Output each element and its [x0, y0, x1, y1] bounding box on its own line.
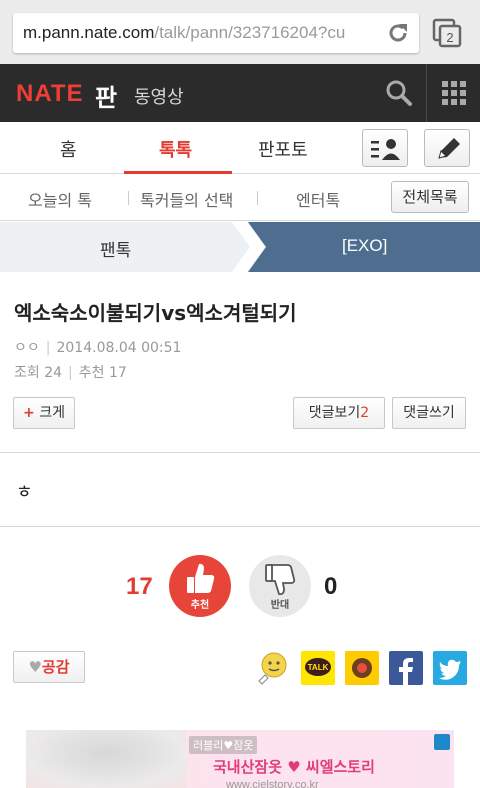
ad-banner[interactable]: 러블리♥잠옷 국내산잠옷 ♥ 씨엘스토리 www.cielstory.co.kr: [26, 730, 454, 788]
nate-logo[interactable]: NATE: [16, 80, 84, 108]
ad-small-text: 러블리♥잠옷: [189, 736, 258, 754]
tab-count: 2: [446, 30, 453, 45]
browser-toolbar: m.pann.nate.com/talk/pann/323716204?cu 2: [0, 0, 480, 64]
comment-count: 2: [360, 405, 370, 421]
post-meta-stats: 조회 24 | 추천 17: [14, 365, 127, 381]
write-button[interactable]: [424, 129, 470, 167]
nav-talktalk[interactable]: 톡톡: [159, 136, 192, 162]
facebook-icon[interactable]: [389, 651, 423, 685]
breadcrumb-exo[interactable]: [EXO]: [342, 236, 387, 256]
font-bigger-button[interactable]: + 크게: [13, 397, 75, 429]
views-label: 조회: [14, 365, 40, 381]
subnav-separator: [257, 191, 258, 205]
reload-icon[interactable]: [385, 20, 411, 46]
main-nav: 홈 톡톡 판포토: [0, 122, 480, 174]
plus-icon: +: [23, 405, 35, 421]
subnav-talkers-choice[interactable]: 톡커들의 선택: [140, 187, 233, 211]
site-header: NATE 판 동영상: [0, 64, 480, 122]
url-field[interactable]: m.pann.nate.com/talk/pann/323716204?cu: [13, 13, 419, 53]
breadcrumb-fan-talk[interactable]: 팬톡: [100, 236, 131, 261]
font-bigger-label: 크게: [39, 405, 65, 421]
pan-logo[interactable]: 판: [95, 78, 117, 113]
ad-url: www.cielstory.co.kr: [226, 779, 319, 788]
sub-nav: 오늘의 톡 톡커들의 선택 엔터톡 전체목록: [0, 175, 480, 221]
post-content: ㅎ: [16, 482, 33, 503]
recommend-button[interactable]: 추천: [169, 555, 231, 617]
ad-info-icon[interactable]: [434, 734, 450, 750]
recommend-vote-count: 17: [126, 573, 153, 600]
kakaostory-icon[interactable]: [345, 651, 379, 685]
post-meta-author-date: ㅇㅇ | 2014.08.04 00:51: [14, 340, 182, 356]
post-title: 엑소숙소이불되기vs엑소겨털되기: [14, 301, 297, 325]
ad-image: [26, 730, 186, 788]
view-comments-button[interactable]: 댓글보기2: [293, 397, 385, 429]
empathy-button[interactable]: ♥공감: [13, 651, 85, 683]
breadcrumb: 팬톡 [EXO]: [0, 222, 480, 272]
recommend-button-label: 추천: [190, 600, 210, 611]
twitter-icon[interactable]: [433, 651, 467, 685]
my-page-button[interactable]: [362, 129, 408, 167]
subnav-separator: [128, 191, 129, 205]
nav-pan-photo[interactable]: 판포토: [258, 136, 308, 162]
post-date: 2014.08.04 00:51: [56, 340, 182, 356]
breadcrumb-arrow: [232, 222, 480, 272]
view-comments-label: 댓글보기: [308, 405, 361, 421]
active-tab-indicator: [124, 171, 232, 174]
grid-menu-icon[interactable]: [441, 80, 467, 106]
oppose-button-label: 반대: [270, 600, 290, 611]
write-comment-button[interactable]: 댓글쓰기: [392, 397, 466, 429]
recommend-label: 추천: [78, 365, 105, 381]
user-list-icon: [371, 139, 400, 160]
url-text: m.pann.nate.com/talk/pann/323716204?cu: [23, 23, 346, 42]
video-link[interactable]: 동영상: [134, 83, 184, 109]
heart-icon: ♥: [28, 658, 42, 676]
post-author: ㅇㅇ: [14, 340, 40, 356]
divider: [0, 526, 480, 527]
recommend-count: 17: [108, 365, 127, 381]
views-count: 24: [44, 365, 63, 381]
svg-text:TALK: TALK: [308, 663, 329, 672]
oppose-vote-count: 0: [324, 573, 338, 600]
all-list-button[interactable]: 전체목록: [391, 181, 469, 213]
tabs-switcher-icon[interactable]: 2: [432, 18, 462, 48]
oppose-button[interactable]: 반대: [249, 555, 311, 617]
divider: [0, 452, 480, 453]
comment-icon[interactable]: [256, 651, 290, 685]
search-icon[interactable]: [384, 78, 414, 108]
header-divider: [426, 64, 427, 122]
nav-home[interactable]: 홈: [60, 136, 77, 162]
subnav-today-talk[interactable]: 오늘의 톡: [28, 187, 92, 211]
kakaotalk-icon[interactable]: TALK: [301, 651, 335, 685]
empathy-label: 공감: [41, 658, 70, 676]
subnav-enter-talk[interactable]: 엔터톡: [296, 187, 340, 211]
ad-main-text: 국내산잠옷 ♥ 씨엘스토리: [213, 758, 375, 776]
pencil-icon: [438, 138, 460, 159]
